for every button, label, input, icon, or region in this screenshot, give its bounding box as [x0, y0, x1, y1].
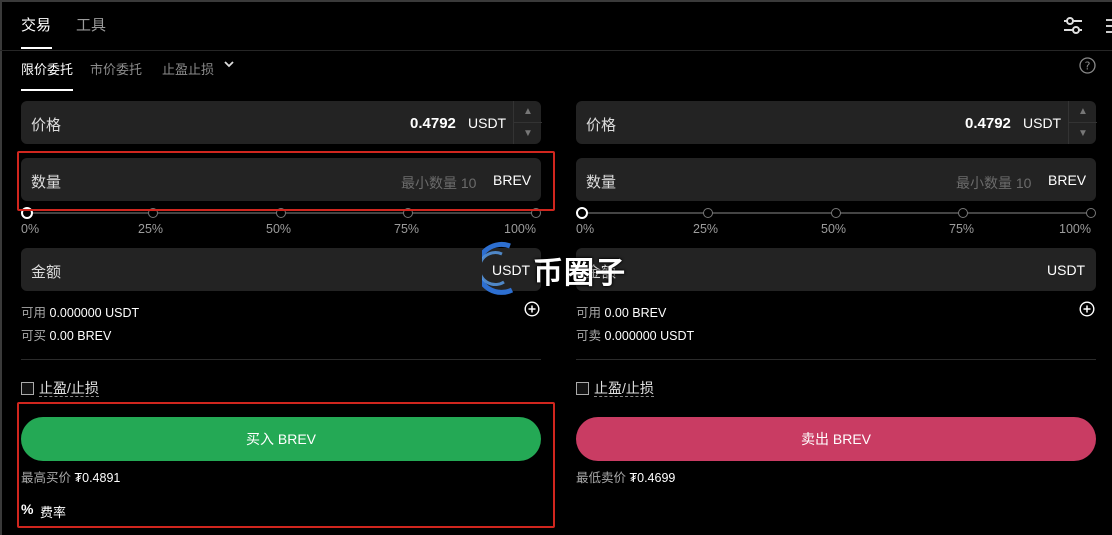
slider-mark-75[interactable] [958, 208, 968, 218]
buy-amount-field[interactable]: 金额 USDT [21, 248, 541, 291]
can-sell-value: 0.000000 USDT [604, 329, 695, 343]
sell-percent-slider[interactable] [576, 207, 1096, 221]
available-value: 0.00 BREV [604, 306, 667, 320]
chevron-down-icon[interactable]: ▼ [514, 123, 542, 144]
plus-circle-icon[interactable] [1079, 301, 1095, 317]
quantity-placeholder: 最小数量 10 [956, 175, 1032, 191]
price-stepper: ▲ ▼ [1068, 101, 1097, 144]
tab-trade[interactable]: 交易 [21, 14, 51, 35]
tab-market-order[interactable]: 市价委托 [90, 59, 142, 78]
slider-label: 0% [576, 222, 595, 236]
slider-mark-50[interactable] [831, 208, 841, 218]
slider-label: 75% [949, 222, 975, 236]
checkbox[interactable] [21, 382, 34, 395]
available-label: 可用 [576, 306, 602, 320]
order-type-tabs: 限价委托 市价委托 止盈止损 [0, 51, 1112, 91]
active-tab-indicator [21, 47, 52, 49]
amount-label: 金额 [31, 264, 62, 281]
sell-price-field[interactable]: 价格 0.4792 USDT ▲ ▼ [576, 101, 1097, 144]
highlight-box-buy-action [17, 402, 555, 528]
settings-sliders-icon[interactable] [1062, 16, 1084, 36]
quantity-unit: BREV [1048, 172, 1087, 188]
amount-unit: USDT [492, 262, 531, 278]
slider-label: 100% [504, 222, 536, 236]
available-balance: 可用 0.00 BREV [576, 302, 666, 321]
can-buy: 可买 0.00 BREV [21, 325, 111, 344]
price-unit: USDT [1023, 115, 1062, 131]
price-label: 价格 [586, 117, 617, 134]
price-value[interactable]: 0.4792 [965, 115, 1011, 132]
amount-unit: USDT [1047, 262, 1086, 278]
can-buy-value: 0.00 BREV [49, 329, 112, 343]
price-value[interactable]: 0.4792 [410, 115, 456, 132]
price-label: 价格 [31, 117, 62, 134]
can-sell: 可卖 0.000000 USDT [576, 325, 694, 344]
slider-mark-25[interactable] [703, 208, 713, 218]
price-unit: USDT [468, 115, 507, 131]
quantity-label: 数量 [586, 174, 617, 191]
svg-text:?: ? [1085, 60, 1091, 73]
slider-label: 0% [21, 222, 40, 236]
can-buy-label: 可买 [21, 329, 47, 343]
can-sell-label: 可卖 [576, 329, 602, 343]
tpsl-label[interactable]: 止盈/止损 [39, 380, 99, 397]
slider-label: 25% [693, 222, 719, 236]
tab-limit-order[interactable]: 限价委托 [21, 59, 73, 78]
best-ask-value: ₮0.4699 [629, 471, 676, 485]
available-balance: 可用 0.000000 USDT [21, 302, 139, 321]
chevron-down-icon[interactable] [222, 57, 236, 71]
chevron-down-icon[interactable]: ▼ [1069, 123, 1097, 144]
slider-labels: 0% 25% 50% 75% 100% [576, 222, 1096, 238]
slider-label: 50% [266, 222, 292, 236]
slider-handle[interactable] [576, 207, 588, 219]
available-value: 0.000000 USDT [49, 306, 140, 320]
tab-tools[interactable]: 工具 [76, 14, 106, 35]
slider-label: 25% [138, 222, 164, 236]
plus-circle-icon[interactable] [524, 301, 540, 317]
tab-tpsl-order[interactable]: 止盈止损 [162, 59, 214, 78]
help-icon[interactable]: ? [1079, 57, 1096, 74]
chevron-up-icon[interactable]: ▲ [1069, 101, 1097, 123]
sell-quantity-field[interactable]: 数量 最小数量 10 BREV [576, 158, 1096, 201]
highlight-box-quantity [17, 151, 555, 211]
active-subtab-indicator [21, 89, 73, 91]
slider-labels: 0% 25% 50% 75% 100% [21, 222, 541, 238]
available-label: 可用 [21, 306, 47, 320]
watermark-text: 币圈子 [533, 257, 626, 290]
sell-button[interactable]: 卖出 BREV [576, 417, 1096, 461]
best-ask-label: 最低卖价 [576, 471, 627, 485]
best-ask-price: 最低卖价 ₮0.4699 [576, 467, 675, 486]
divider [21, 359, 541, 360]
buy-price-field[interactable]: 价格 0.4792 USDT ▲ ▼ [21, 101, 542, 144]
top-tab-bar: 交易 工具 [0, 0, 1112, 51]
price-stepper: ▲ ▼ [513, 101, 542, 144]
divider [576, 359, 1096, 360]
sell-amount-field[interactable]: 金额 USDT [576, 248, 1096, 291]
checkbox[interactable] [576, 382, 589, 395]
slider-label: 100% [1059, 222, 1091, 236]
tpsl-label[interactable]: 止盈/止损 [594, 380, 654, 397]
slider-label: 50% [821, 222, 847, 236]
slider-label: 75% [394, 222, 420, 236]
slider-mark-100[interactable] [1086, 208, 1096, 218]
chevron-up-icon[interactable]: ▲ [514, 101, 542, 123]
menu-icon[interactable] [1102, 16, 1112, 36]
